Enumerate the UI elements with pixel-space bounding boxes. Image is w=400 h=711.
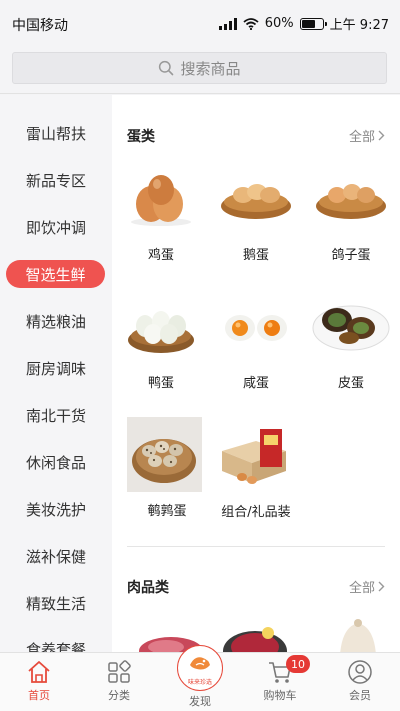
product-item[interactable]: 组合/礼品装 bbox=[216, 417, 296, 520]
section-more-label: 全部 bbox=[348, 581, 375, 596]
sidebar-item-label: 雷山帮扶 bbox=[25, 124, 86, 143]
product-item[interactable]: 鸽子蛋 bbox=[311, 160, 391, 263]
category-icon bbox=[108, 660, 131, 683]
sidebar-item-label: 美妆洗护 bbox=[25, 500, 86, 519]
sidebar-item-label: 新品专区 bbox=[25, 171, 86, 190]
tab-discover[interactable]: 味来珍选 发现 bbox=[170, 645, 230, 709]
section-more-link[interactable]: 全部 bbox=[349, 577, 385, 596]
status-bar: 中国移动 60% 上午 9:27 bbox=[0, 0, 400, 46]
product-name: 鸽子蛋 bbox=[331, 248, 371, 263]
section-title: 肉品类 bbox=[127, 580, 169, 596]
bird-logo-icon bbox=[190, 657, 210, 670]
discover-logo-text: 味来珍选 bbox=[187, 679, 212, 686]
bottom-tab-bar: 首页 分类 味来珍选 发现 10 购物车 会员 bbox=[0, 645, 400, 711]
product-item[interactable]: 鹌鹑蛋 bbox=[127, 417, 202, 519]
tab-home[interactable]: 首页 bbox=[9, 659, 69, 703]
sidebar-item-active[interactable]: 智选生鲜 bbox=[6, 260, 105, 288]
carrier-name: 中国移动 bbox=[12, 18, 68, 34]
clock-time: 上午 9:27 bbox=[329, 18, 389, 33]
quail-eggs-basket-icon bbox=[127, 417, 202, 492]
discover-icon: 味来珍选 bbox=[177, 645, 223, 691]
sidebar-item[interactable]: 食养套餐 bbox=[0, 634, 112, 653]
product-name: 鹅蛋 bbox=[242, 248, 269, 263]
sidebar-item[interactable]: 休闲食品 bbox=[0, 447, 112, 477]
product-item[interactable]: 鸭蛋 bbox=[121, 288, 201, 391]
sidebar-item-label: 智选生鲜 bbox=[25, 265, 86, 284]
sidebar-item[interactable]: 精致生活 bbox=[0, 588, 112, 618]
signal-icon bbox=[218, 17, 237, 30]
sidebar-item[interactable]: 滋补保健 bbox=[0, 541, 112, 571]
product-name: 鹌鹑蛋 bbox=[147, 504, 187, 519]
tab-member[interactable]: 会员 bbox=[330, 659, 390, 703]
sidebar-item[interactable]: 厨房调味 bbox=[0, 353, 112, 383]
pigeon-eggs-basket-icon bbox=[316, 184, 386, 219]
sidebar-item-label: 滋补保健 bbox=[25, 547, 86, 566]
search-bar: 搜索商品 bbox=[0, 46, 400, 94]
egg-gift-box-icon bbox=[222, 429, 286, 484]
sidebar-item-label: 精致生活 bbox=[25, 594, 86, 613]
sidebar-item[interactable]: 雷山帮扶 bbox=[0, 118, 112, 148]
home-icon bbox=[28, 661, 50, 683]
product-item[interactable]: 鹅蛋 bbox=[216, 160, 296, 263]
section-divider bbox=[127, 546, 385, 547]
section-more-link[interactable]: 全部 bbox=[349, 126, 385, 145]
battery-percent: 60% bbox=[264, 16, 294, 31]
product-item[interactable]: 咸蛋 bbox=[216, 288, 296, 391]
tab-label: 发现 bbox=[189, 695, 211, 708]
sidebar-item[interactable]: 南北干货 bbox=[0, 400, 112, 430]
sidebar-item[interactable]: 精选粮油 bbox=[0, 306, 112, 336]
tab-label: 首页 bbox=[28, 689, 50, 702]
sidebar-item-label: 休闲食品 bbox=[25, 453, 86, 472]
product-name: 皮蛋 bbox=[337, 376, 364, 391]
sidebar-item-label: 厨房调味 bbox=[25, 359, 86, 378]
tab-label: 会员 bbox=[349, 689, 371, 702]
search-input[interactable]: 搜索商品 bbox=[12, 52, 387, 84]
product-name: 鸭蛋 bbox=[147, 376, 174, 391]
product-item[interactable]: 皮蛋 bbox=[311, 288, 391, 391]
chevron-right-icon bbox=[378, 581, 385, 592]
meat-dish-icon bbox=[223, 627, 287, 652]
sidebar-item-label: 即饮冲调 bbox=[25, 218, 86, 237]
search-placeholder: 搜索商品 bbox=[180, 59, 241, 78]
century-egg-icon bbox=[312, 305, 390, 351]
tab-category[interactable]: 分类 bbox=[89, 659, 149, 703]
section-more-label: 全部 bbox=[348, 130, 375, 145]
tab-cart[interactable]: 10 购物车 bbox=[250, 655, 310, 703]
product-panel: 蛋类 全部 鸡蛋 鹅蛋 鸽子蛋 鸭蛋 咸蛋 皮蛋 鹌鹑蛋 组合/礼品装 肉品类 … bbox=[112, 95, 400, 652]
duck-eggs-basket-icon bbox=[128, 311, 194, 353]
category-sidebar: 雷山帮扶 新品专区 即饮冲调 智选生鲜 精选粮油 厨房调味 南北干货 休闲食品 … bbox=[0, 95, 112, 652]
product-name: 咸蛋 bbox=[242, 376, 269, 391]
product-name: 组合/礼品装 bbox=[221, 505, 291, 520]
search-icon bbox=[159, 60, 174, 76]
status-right: 60% 上午 9:27 bbox=[218, 14, 389, 33]
product-name: 鸡蛋 bbox=[147, 248, 174, 263]
wifi-icon bbox=[243, 17, 259, 30]
goose-eggs-basket-icon bbox=[221, 184, 291, 219]
chevron-right-icon bbox=[378, 130, 385, 141]
section-title: 蛋类 bbox=[127, 129, 155, 145]
product-item[interactable]: 鸡蛋 bbox=[121, 160, 201, 263]
tab-label: 购物车 bbox=[263, 689, 297, 702]
battery-icon bbox=[299, 17, 327, 30]
chicken-eggs-icon bbox=[131, 175, 191, 226]
sidebar-item[interactable]: 即饮冲调 bbox=[0, 212, 112, 242]
sidebar-item[interactable]: 美妆洗护 bbox=[0, 494, 112, 524]
sidebar-item[interactable]: 新品专区 bbox=[0, 165, 112, 195]
tab-label: 分类 bbox=[108, 689, 130, 702]
cart-count-badge: 10 bbox=[286, 655, 310, 673]
meat-pack-icon bbox=[340, 619, 376, 652]
sidebar-item-label: 南北干货 bbox=[25, 406, 86, 425]
sidebar-item-label: 食养套餐 bbox=[25, 640, 86, 653]
salted-egg-yolk-icon bbox=[225, 315, 287, 341]
sidebar-item-label: 精选粮油 bbox=[25, 312, 86, 331]
member-icon bbox=[348, 660, 372, 684]
